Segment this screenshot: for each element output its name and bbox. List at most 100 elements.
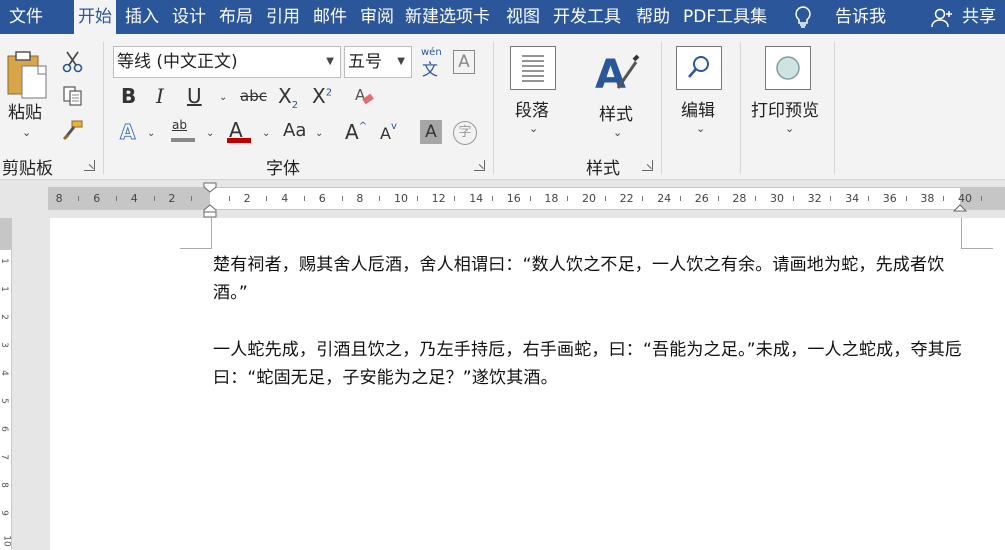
ruler-tick-label: 12 bbox=[431, 192, 446, 205]
ruler-tick-mark bbox=[116, 196, 117, 201]
strikethrough-button[interactable]: abc bbox=[240, 87, 267, 105]
change-case-chevron-icon[interactable]: ⌄ bbox=[315, 128, 323, 139]
print-preview-chevron-icon[interactable]: ⌄ bbox=[785, 122, 794, 135]
italic-button[interactable]: I bbox=[156, 84, 164, 108]
font-name-combo[interactable]: 等线 (中文正文) ▼ bbox=[113, 46, 341, 78]
person-icon bbox=[931, 8, 953, 28]
ruler-tick-label: 4 bbox=[130, 192, 138, 205]
ruler-tick-mark bbox=[717, 196, 719, 201]
ruler-tick-label: 34 bbox=[845, 192, 860, 205]
phonetic-guide-button[interactable]: 文 bbox=[422, 56, 438, 80]
ruler-tick-mark bbox=[379, 196, 381, 201]
vertical-ruler-label: 2 bbox=[0, 314, 9, 320]
paste-icon[interactable] bbox=[6, 48, 50, 102]
vertical-ruler-label: 5 bbox=[0, 398, 9, 404]
subscript-button[interactable]: X2 bbox=[278, 84, 298, 111]
share-button[interactable]: 共享 bbox=[962, 0, 996, 34]
tab-layout[interactable]: 布局 bbox=[219, 0, 253, 34]
clipboard-launcher-icon[interactable] bbox=[84, 160, 95, 171]
tab-pdf[interactable]: PDF工具集 bbox=[683, 0, 767, 34]
tab-help[interactable]: 帮助 bbox=[636, 0, 670, 34]
subscript-x: X bbox=[278, 84, 292, 108]
ruler-tick-label: 26 bbox=[694, 192, 709, 205]
tab-view[interactable]: 视图 bbox=[506, 0, 540, 34]
print-preview-button-box[interactable] bbox=[765, 46, 811, 90]
ruler-tick-mark bbox=[604, 196, 606, 201]
tab-references[interactable]: 引用 bbox=[266, 0, 300, 34]
cut-icon[interactable] bbox=[61, 50, 85, 74]
vertical-ruler-label: 6 bbox=[0, 426, 9, 432]
right-indent-marker-icon[interactable] bbox=[953, 201, 967, 213]
ribbon-tab-bar: 文件 开始 插入 设计 布局 引用 邮件 审阅 新建选项卡 视图 开发工具 帮助… bbox=[0, 0, 1005, 34]
underline-button[interactable]: U bbox=[187, 84, 202, 108]
search-icon bbox=[688, 56, 709, 78]
ruler-tick-mark bbox=[416, 196, 418, 201]
styles-icon[interactable]: A bbox=[594, 48, 640, 96]
document-paragraph[interactable]: 楚有祠者，赐其舍人卮酒，舍人相谓曰：“数人饮之不足，一人饮之有余。请画地为蛇，先… bbox=[213, 251, 965, 307]
font-size-combo[interactable]: 五号 ▼ bbox=[344, 46, 412, 78]
tab-insert[interactable]: 插入 bbox=[125, 0, 159, 34]
tell-me-box[interactable]: 告诉我 bbox=[835, 0, 886, 34]
ruler-tick-mark bbox=[191, 196, 193, 201]
ruler-tick-mark bbox=[792, 196, 794, 201]
grow-font-button[interactable]: A^ bbox=[345, 120, 367, 144]
ribbon: 粘贴 ⌄ 剪贴板 等线 (中文正文) ▼ 五号 ▼ wén 文 A B I U … bbox=[0, 34, 1005, 180]
vertical-ruler-label: 1 bbox=[0, 258, 9, 264]
tab-new[interactable]: 新建选项卡 bbox=[405, 0, 490, 34]
editing-chevron-icon[interactable]: ⌄ bbox=[696, 122, 705, 135]
ruler-tick-label: 20 bbox=[582, 192, 596, 205]
copy-icon[interactable] bbox=[61, 84, 85, 108]
ruler-tick-label: 28 bbox=[732, 192, 747, 205]
chevron-down-icon[interactable]: ▼ bbox=[397, 47, 405, 77]
editing-button-box[interactable] bbox=[676, 46, 722, 90]
character-border-button[interactable]: A bbox=[453, 50, 475, 74]
change-case-button[interactable]: Aa bbox=[283, 120, 306, 141]
tab-developer[interactable]: 开发工具 bbox=[553, 0, 621, 34]
lightbulb-icon[interactable] bbox=[793, 6, 813, 28]
bold-button[interactable]: B bbox=[121, 84, 136, 108]
document-page[interactable]: 楚有祠者，赐其舍人卮酒，舍人相谓曰：“数人饮之不足，一人饮之有余。请画地为蛇，先… bbox=[50, 218, 1005, 550]
styles-launcher-icon[interactable] bbox=[642, 160, 653, 171]
vertical-ruler-label: 7 bbox=[0, 454, 9, 460]
highlight-chevron-icon[interactable]: ⌄ bbox=[206, 128, 214, 139]
styles-button[interactable]: 样式 bbox=[599, 100, 633, 125]
vertical-ruler-label: 8 bbox=[0, 482, 9, 488]
highlight-button[interactable]: ab bbox=[172, 118, 187, 132]
text-effects-chevron-icon[interactable]: ⌄ bbox=[147, 128, 155, 139]
character-shading-button[interactable]: A bbox=[420, 120, 442, 144]
styles-chevron-icon[interactable]: ⌄ bbox=[613, 126, 622, 139]
tab-file[interactable]: 文件 bbox=[9, 0, 43, 34]
enclose-characters-button[interactable]: 字 bbox=[453, 121, 477, 145]
paragraph-button[interactable]: 段落 bbox=[515, 96, 549, 121]
svg-text:A: A bbox=[595, 52, 626, 96]
paragraph-icon bbox=[522, 55, 544, 82]
chevron-down-icon[interactable]: ▼ bbox=[326, 47, 334, 77]
tab-design[interactable]: 设计 bbox=[172, 0, 206, 34]
indent-marker-icon[interactable] bbox=[203, 182, 217, 218]
print-preview-button[interactable]: 打印预览 bbox=[751, 96, 819, 121]
font-launcher-icon[interactable] bbox=[474, 160, 485, 171]
text-effects-button[interactable]: A bbox=[119, 120, 136, 145]
paragraph-button-box[interactable] bbox=[510, 46, 556, 90]
caret-down-icon: v bbox=[390, 121, 397, 132]
document-paragraph[interactable]: 一人蛇先成，引酒且饮之，乃左手持卮，右手画蛇，曰：“吾能为之足。”未成，一人之蛇… bbox=[213, 336, 965, 392]
font-color-chevron-icon[interactable]: ⌄ bbox=[262, 128, 270, 139]
clear-formatting-icon[interactable]: A bbox=[352, 84, 376, 108]
tab-review[interactable]: 审阅 bbox=[360, 0, 394, 34]
vertical-ruler[interactable]: 1 1 2 3 4 5 6 7 8 9 10 bbox=[0, 218, 12, 550]
format-painter-icon[interactable] bbox=[61, 118, 85, 142]
underline-chevron-icon[interactable]: ⌄ bbox=[219, 92, 227, 103]
tab-mailings[interactable]: 邮件 bbox=[313, 0, 347, 34]
ruler-left-margin bbox=[48, 188, 210, 209]
paragraph-chevron-icon[interactable]: ⌄ bbox=[529, 122, 538, 135]
vertical-ruler-label: 9 bbox=[0, 510, 9, 516]
editing-button[interactable]: 编辑 bbox=[681, 96, 715, 121]
shrink-font-button[interactable]: Av bbox=[380, 121, 397, 143]
paste-button[interactable]: 粘贴 bbox=[8, 98, 42, 123]
horizontal-ruler[interactable]: 8 6 4 2 2 4 6 8 10 12 14 16 18 20 22 24 26 28 30 32 34 36 38 40 bbox=[0, 181, 1005, 218]
ruler-tick-mark bbox=[228, 196, 230, 201]
ruler-tick-mark bbox=[266, 196, 268, 201]
tab-home[interactable]: 开始 bbox=[74, 0, 116, 34]
superscript-button[interactable]: X2 bbox=[312, 84, 332, 108]
paste-dropdown-chevron-icon[interactable]: ⌄ bbox=[22, 126, 31, 139]
